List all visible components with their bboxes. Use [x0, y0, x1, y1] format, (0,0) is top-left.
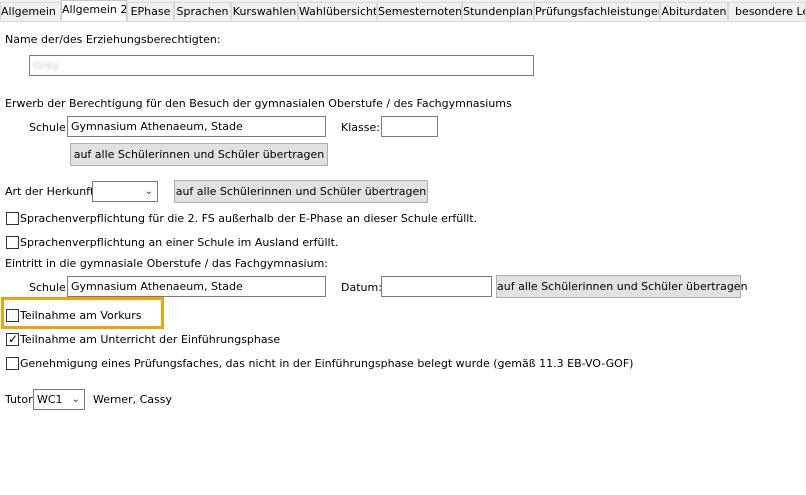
guardian-name-field[interactable]: Grey	[29, 55, 534, 76]
tab-ephase[interactable]: EPhase	[127, 2, 174, 20]
tutor-name: Werner, Cassy	[93, 393, 172, 406]
erwerb-klasse-field[interactable]	[381, 116, 438, 137]
sprachenverpflichtung-2fs-checkbox[interactable]	[6, 212, 19, 225]
sprachenverpflichtung-ausland-checkbox[interactable]	[6, 236, 19, 249]
tab-allgemein-1[interactable]: Allgemein 1	[0, 2, 61, 20]
tab-kurswahlen[interactable]: Kurswahlen	[231, 2, 298, 20]
erwerb-klasse-label: Klasse:	[341, 121, 380, 134]
erwerb-schule-label: Schule:	[29, 121, 70, 134]
pruefungsfach-genehmigung-checkbox[interactable]	[6, 357, 19, 370]
chevron-down-icon: ⌄	[71, 394, 80, 405]
einfuehrungsphase-checkbox[interactable]: ✓	[6, 332, 19, 346]
tutor-dropdown[interactable]: WC1 ⌄	[33, 389, 85, 410]
sprachenverpflichtung-ausland-label: Sprachenverpflichtung an einer Schule im…	[20, 236, 339, 249]
tab-sprachen[interactable]: Sprachen	[174, 2, 231, 20]
erwerb-schule-field[interactable]: Gymnasium Athenaeum, Stade	[67, 116, 326, 137]
eintritt-schule-label: Schule:	[29, 281, 70, 294]
erwerb-apply-all-button[interactable]: auf alle Schülerinnen und Schüler übertr…	[70, 143, 328, 166]
tab-stundenplan[interactable]: Stundenplan	[462, 2, 534, 20]
tab-abiturdaten[interactable]: Abiturdaten	[660, 2, 728, 20]
tab-besondere-lern[interactable]: besondere Lern	[728, 2, 806, 20]
guardian-label: Name der/des Erziehungsberechtigten:	[5, 33, 221, 46]
herkunft-label: Art der Herkunft:	[5, 185, 98, 198]
tab-bar: Allgemein 1 Allgemein 2 EPhase Sprachen …	[0, 0, 806, 22]
eintritt-apply-all-button[interactable]: auf alle Schülerinnen und Schüler übertr…	[496, 275, 748, 298]
einfuehrungsphase-label: Teilnahme am Unterricht der Einführungsp…	[20, 333, 281, 346]
guardian-name-value: Grey	[33, 59, 60, 72]
eintritt-schule-field[interactable]: Gymnasium Athenaeum, Stade	[67, 276, 326, 297]
chevron-down-icon: ⌄	[144, 186, 153, 197]
tab-semesternoten[interactable]: Semesternoten	[377, 2, 462, 20]
tab-pruefungsfachleistungen[interactable]: Prüfungsfachleistungen	[534, 2, 660, 20]
tab-wahluebersicht[interactable]: Wahlübersicht	[298, 2, 377, 20]
tutor-label: Tutor:	[5, 393, 37, 406]
eintritt-datum-field[interactable]	[381, 276, 492, 297]
herkunft-dropdown[interactable]: ⌄	[92, 181, 158, 202]
eintritt-heading: Eintritt in die gymnasiale Oberstufe / d…	[5, 257, 329, 270]
pruefungsfach-genehmigung-label: Genehmigung eines Prüfungsfaches, das ni…	[20, 357, 634, 370]
sprachenverpflichtung-2fs-label: Sprachenverpflichtung für die 2. FS auße…	[20, 212, 478, 225]
eintritt-datum-label: Datum:	[341, 281, 382, 294]
tab-allgemein-2[interactable]: Allgemein 2	[61, 0, 127, 21]
herkunft-apply-all-button[interactable]: auf alle Schülerinnen und Schüler übertr…	[174, 180, 428, 203]
erwerb-heading: Erwerb der Berechtigung für den Besuch d…	[5, 97, 512, 110]
vorkurs-highlight-frame	[1, 297, 164, 329]
checkmark-icon: ✓	[8, 332, 19, 346]
tutor-value: WC1	[37, 393, 63, 406]
